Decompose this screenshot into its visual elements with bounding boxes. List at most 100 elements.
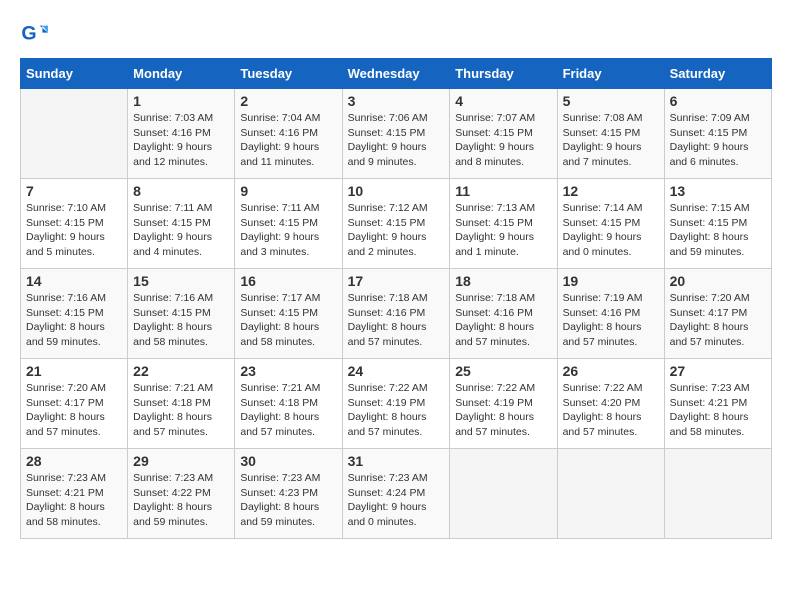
calendar-cell — [21, 89, 128, 179]
calendar-cell: 12Sunrise: 7:14 AMSunset: 4:15 PMDayligh… — [557, 179, 664, 269]
day-info: Sunrise: 7:16 AMSunset: 4:15 PMDaylight:… — [133, 291, 229, 350]
calendar-week-row: 28 Sunrise: 7:23 AMSunset: 4:21 PMDayligh… — [21, 449, 772, 539]
logo-icon: G — [20, 20, 48, 48]
day-number: 24 — [348, 363, 445, 379]
day-number: 10 — [348, 183, 445, 199]
day-number: 28 — [26, 453, 122, 469]
day-number: 23 — [240, 363, 336, 379]
day-number: 21 — [26, 363, 122, 379]
day-info: Sunrise: 7:18 AMSunset: 4:16 PMDaylight:… — [348, 291, 445, 350]
calendar-cell: 2 Sunrise: 7:04 AMSunset: 4:16 PMDaylight… — [235, 89, 342, 179]
calendar-cell: 22 Sunrise: 7:21 AMSunset: 4:18 PMDayligh… — [128, 359, 235, 449]
day-number: 18 — [455, 273, 551, 289]
calendar-week-row: 7Sunrise: 7:10 AMSunset: 4:15 PMDaylight… — [21, 179, 772, 269]
calendar-cell: 29 Sunrise: 7:23 AMSunset: 4:22 PMDayligh… — [128, 449, 235, 539]
day-number: 14 — [26, 273, 122, 289]
calendar-cell: 23 Sunrise: 7:21 AMSunset: 4:18 PMDayligh… — [235, 359, 342, 449]
day-number: 4 — [455, 93, 551, 109]
calendar-cell: 4Sunrise: 7:07 AMSunset: 4:15 PMDaylight… — [450, 89, 557, 179]
calendar-cell: 14Sunrise: 7:16 AMSunset: 4:15 PMDayligh… — [21, 269, 128, 359]
calendar-cell: 27 Sunrise: 7:23 AMSunset: 4:21 PMDayligh… — [664, 359, 771, 449]
day-number: 22 — [133, 363, 229, 379]
calendar-cell: 9Sunrise: 7:11 AMSunset: 4:15 PMDaylight… — [235, 179, 342, 269]
weekday-header: Saturday — [664, 59, 771, 89]
day-number: 2 — [240, 93, 336, 109]
day-number: 19 — [563, 273, 659, 289]
day-info: Sunrise: 7:17 AMSunset: 4:15 PMDaylight:… — [240, 291, 336, 350]
weekday-header: Monday — [128, 59, 235, 89]
day-info: Sunrise: 7:23 AMSunset: 4:23 PMDaylight:… — [240, 471, 336, 530]
day-info: Sunrise: 7:18 AMSunset: 4:16 PMDaylight:… — [455, 291, 551, 350]
day-info: Sunrise: 7:14 AMSunset: 4:15 PMDaylight:… — [563, 201, 659, 260]
day-number: 7 — [26, 183, 122, 199]
day-number: 31 — [348, 453, 445, 469]
day-info: Sunrise: 7:09 AMSunset: 4:15 PMDaylight:… — [670, 111, 766, 170]
calendar-cell: 16 Sunrise: 7:17 AMSunset: 4:15 PMDayligh… — [235, 269, 342, 359]
day-info: Sunrise: 7:23 AMSunset: 4:21 PMDaylight:… — [670, 381, 766, 440]
calendar-table: SundayMondayTuesdayWednesdayThursdayFrid… — [20, 58, 772, 539]
calendar-cell: 26 Sunrise: 7:22 AMSunset: 4:20 PMDayligh… — [557, 359, 664, 449]
day-info: Sunrise: 7:21 AMSunset: 4:18 PMDaylight:… — [133, 381, 229, 440]
calendar-cell — [557, 449, 664, 539]
calendar-cell: 1 Sunrise: 7:03 AMSunset: 4:16 PMDaylight… — [128, 89, 235, 179]
day-info: Sunrise: 7:23 AMSunset: 4:21 PMDaylight:… — [26, 471, 122, 530]
calendar-cell: 28 Sunrise: 7:23 AMSunset: 4:21 PMDayligh… — [21, 449, 128, 539]
calendar-cell: 11Sunrise: 7:13 AMSunset: 4:15 PMDayligh… — [450, 179, 557, 269]
day-number: 16 — [240, 273, 336, 289]
calendar-cell: 24 Sunrise: 7:22 AMSunset: 4:19 PMDayligh… — [342, 359, 450, 449]
day-info: Sunrise: 7:03 AMSunset: 4:16 PMDaylight:… — [133, 111, 229, 170]
calendar-cell: 20 Sunrise: 7:20 AMSunset: 4:17 PMDayligh… — [664, 269, 771, 359]
day-info: Sunrise: 7:20 AMSunset: 4:17 PMDaylight:… — [670, 291, 766, 350]
calendar-week-row: 14 Sunrise: 7:16 AMSunset: 4:15 PMDayligh… — [21, 269, 772, 359]
day-number: 1 — [133, 93, 229, 109]
svg-text:G: G — [21, 23, 36, 45]
day-number: 5 — [563, 93, 659, 109]
day-info: Sunrise: 7:06 AMSunset: 4:15 PMDaylight:… — [348, 111, 445, 170]
calendar-cell: 17 Sunrise: 7:18 AMSunset: 4:16 PMDayligh… — [342, 269, 450, 359]
day-number: 30 — [240, 453, 336, 469]
day-info: Sunrise: 7:22 AMSunset: 4:20 PMDaylight:… — [563, 381, 659, 440]
weekday-header: Friday — [557, 59, 664, 89]
day-info: Sunrise: 7:11 AMSunset: 4:15 PMDaylight:… — [133, 201, 229, 260]
day-number: 15 — [133, 273, 229, 289]
day-number: 26 — [563, 363, 659, 379]
day-info: Sunrise: 7:11 AMSunset: 4:15 PMDaylight:… — [240, 201, 336, 260]
calendar-cell: 3 Sunrise: 7:06 AMSunset: 4:15 PMDaylight… — [342, 89, 450, 179]
day-number: 17 — [348, 273, 445, 289]
calendar-cell — [450, 449, 557, 539]
day-info: Sunrise: 7:12 AMSunset: 4:15 PMDaylight:… — [348, 201, 445, 260]
calendar-cell: 25Sunrise: 7:22 AMSunset: 4:19 PMDayligh… — [450, 359, 557, 449]
calendar-cell: 30 Sunrise: 7:23 AMSunset: 4:23 PMDayligh… — [235, 449, 342, 539]
calendar-cell: 6 Sunrise: 7:09 AMSunset: 4:15 PMDaylight… — [664, 89, 771, 179]
day-number: 6 — [670, 93, 766, 109]
weekday-header-row: SundayMondayTuesdayWednesdayThursdayFrid… — [21, 59, 772, 89]
calendar-cell: 8 Sunrise: 7:11 AMSunset: 4:15 PMDaylight… — [128, 179, 235, 269]
calendar-cell: 19Sunrise: 7:19 AMSunset: 4:16 PMDayligh… — [557, 269, 664, 359]
calendar-cell: 18 Sunrise: 7:18 AMSunset: 4:16 PMDayligh… — [450, 269, 557, 359]
day-number: 25 — [455, 363, 551, 379]
day-info: Sunrise: 7:21 AMSunset: 4:18 PMDaylight:… — [240, 381, 336, 440]
day-number: 27 — [670, 363, 766, 379]
day-number: 3 — [348, 93, 445, 109]
calendar-cell: 13 Sunrise: 7:15 AMSunset: 4:15 PMDayligh… — [664, 179, 771, 269]
day-info: Sunrise: 7:13 AMSunset: 4:15 PMDaylight:… — [455, 201, 551, 260]
calendar-cell: 15 Sunrise: 7:16 AMSunset: 4:15 PMDayligh… — [128, 269, 235, 359]
calendar-cell: 10 Sunrise: 7:12 AMSunset: 4:15 PMDayligh… — [342, 179, 450, 269]
day-info: Sunrise: 7:04 AMSunset: 4:16 PMDaylight:… — [240, 111, 336, 170]
day-info: Sunrise: 7:15 AMSunset: 4:15 PMDaylight:… — [670, 201, 766, 260]
calendar-cell: 21Sunrise: 7:20 AMSunset: 4:17 PMDayligh… — [21, 359, 128, 449]
calendar-cell: 7Sunrise: 7:10 AMSunset: 4:15 PMDaylight… — [21, 179, 128, 269]
day-info: Sunrise: 7:22 AMSunset: 4:19 PMDaylight:… — [348, 381, 445, 440]
day-number: 20 — [670, 273, 766, 289]
calendar-week-row: 21Sunrise: 7:20 AMSunset: 4:17 PMDayligh… — [21, 359, 772, 449]
day-number: 8 — [133, 183, 229, 199]
logo: G — [20, 20, 52, 48]
weekday-header: Wednesday — [342, 59, 450, 89]
day-number: 29 — [133, 453, 229, 469]
calendar-cell: 5Sunrise: 7:08 AMSunset: 4:15 PMDaylight… — [557, 89, 664, 179]
page-header: G — [20, 20, 772, 48]
day-number: 13 — [670, 183, 766, 199]
day-info: Sunrise: 7:23 AMSunset: 4:22 PMDaylight:… — [133, 471, 229, 530]
calendar-cell — [664, 449, 771, 539]
weekday-header: Thursday — [450, 59, 557, 89]
